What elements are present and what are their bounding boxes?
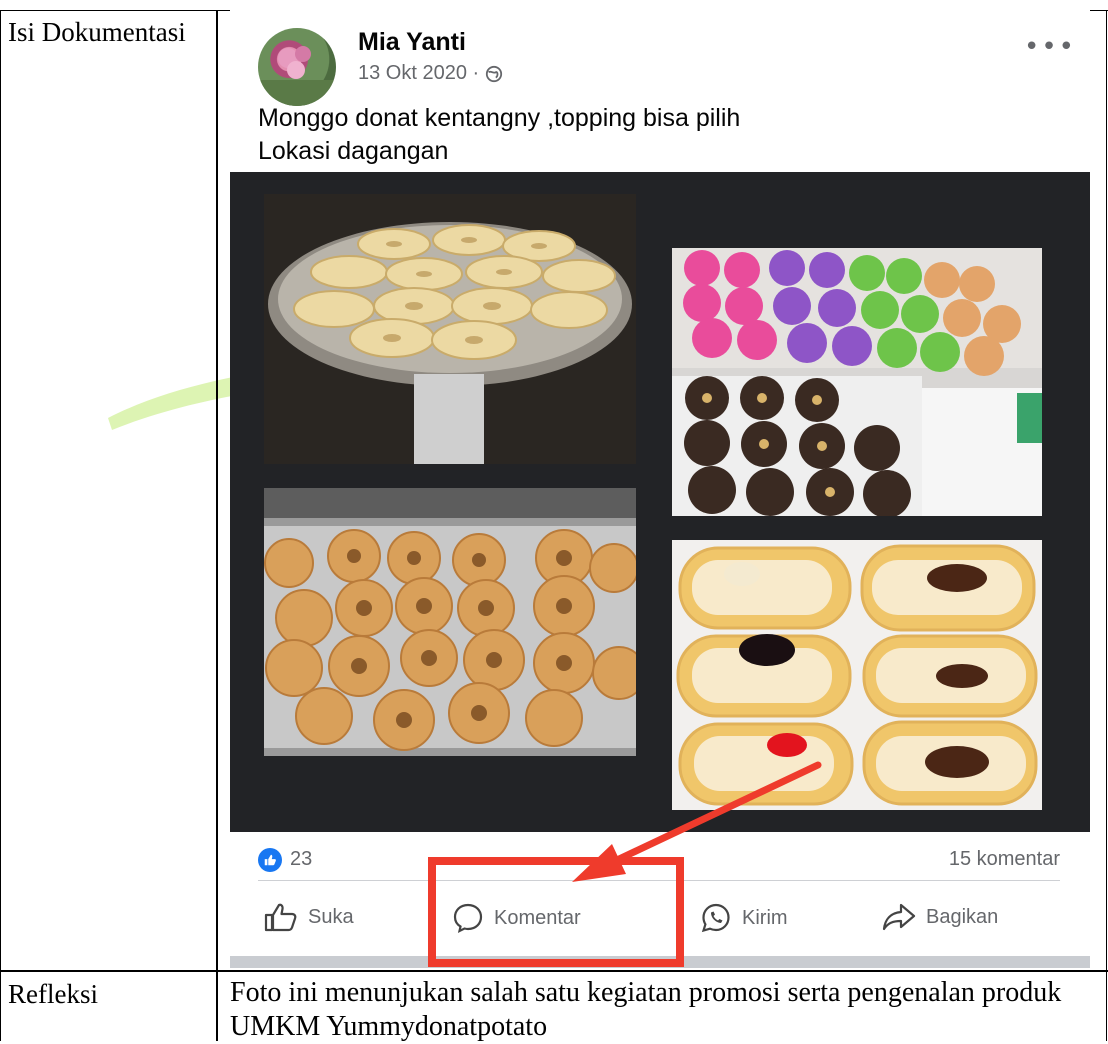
photo-colorful-donuts[interactable] (672, 248, 1042, 516)
facebook-post-screenshot: Mia Yanti 13 Okt 2020 · ••• Monggo donat… (230, 10, 1090, 968)
post-meta: 13 Okt 2020 · (358, 62, 503, 85)
post-author[interactable]: Mia Yanti (358, 28, 466, 57)
photo-filled-donuts[interactable] (672, 540, 1042, 810)
post-date[interactable]: 13 Okt 2020 · (358, 62, 479, 85)
table-border-right (1106, 10, 1107, 1041)
more-icon[interactable]: ••• (1024, 32, 1076, 62)
table-column-divider (216, 10, 218, 1041)
like-badge-icon[interactable] (258, 848, 282, 872)
share-icon (882, 903, 916, 931)
table-border-left (0, 10, 1, 1041)
photo-plain-donuts-tray[interactable] (264, 194, 636, 464)
caption-line-1: Monggo donat kentangny ,topping bisa pil… (258, 104, 741, 132)
post-caption: Monggo donat kentangny ,topping bisa pil… (258, 102, 1058, 168)
reflection-text: Foto ini menunjukan salah satu kegiatan … (230, 977, 1062, 1042)
highlight-box (428, 857, 684, 967)
caption-line-2: Lokasi dagangan (258, 137, 449, 165)
table-row-divider (0, 970, 1108, 972)
like-label: Suka (308, 905, 354, 928)
photo-fried-donuts[interactable] (264, 488, 636, 756)
avatar[interactable] (258, 28, 336, 106)
comment-count[interactable]: 15 komentar (949, 848, 1060, 871)
like-button[interactable]: Suka (264, 902, 354, 932)
row-label-reflection: Refleksi (8, 979, 98, 1009)
send-button[interactable]: Kirim (700, 902, 788, 934)
thumbs-up-icon (264, 903, 297, 932)
row-label-documentation: Isi Dokumentasi (8, 17, 186, 47)
photo-collage[interactable] (230, 172, 1090, 832)
share-label: Bagikan (926, 905, 999, 928)
share-button[interactable]: Bagikan (882, 902, 998, 932)
globe-icon (486, 65, 503, 82)
send-label: Kirim (742, 906, 788, 929)
whatsapp-icon (701, 903, 730, 933)
like-count[interactable]: 23 (290, 848, 312, 871)
